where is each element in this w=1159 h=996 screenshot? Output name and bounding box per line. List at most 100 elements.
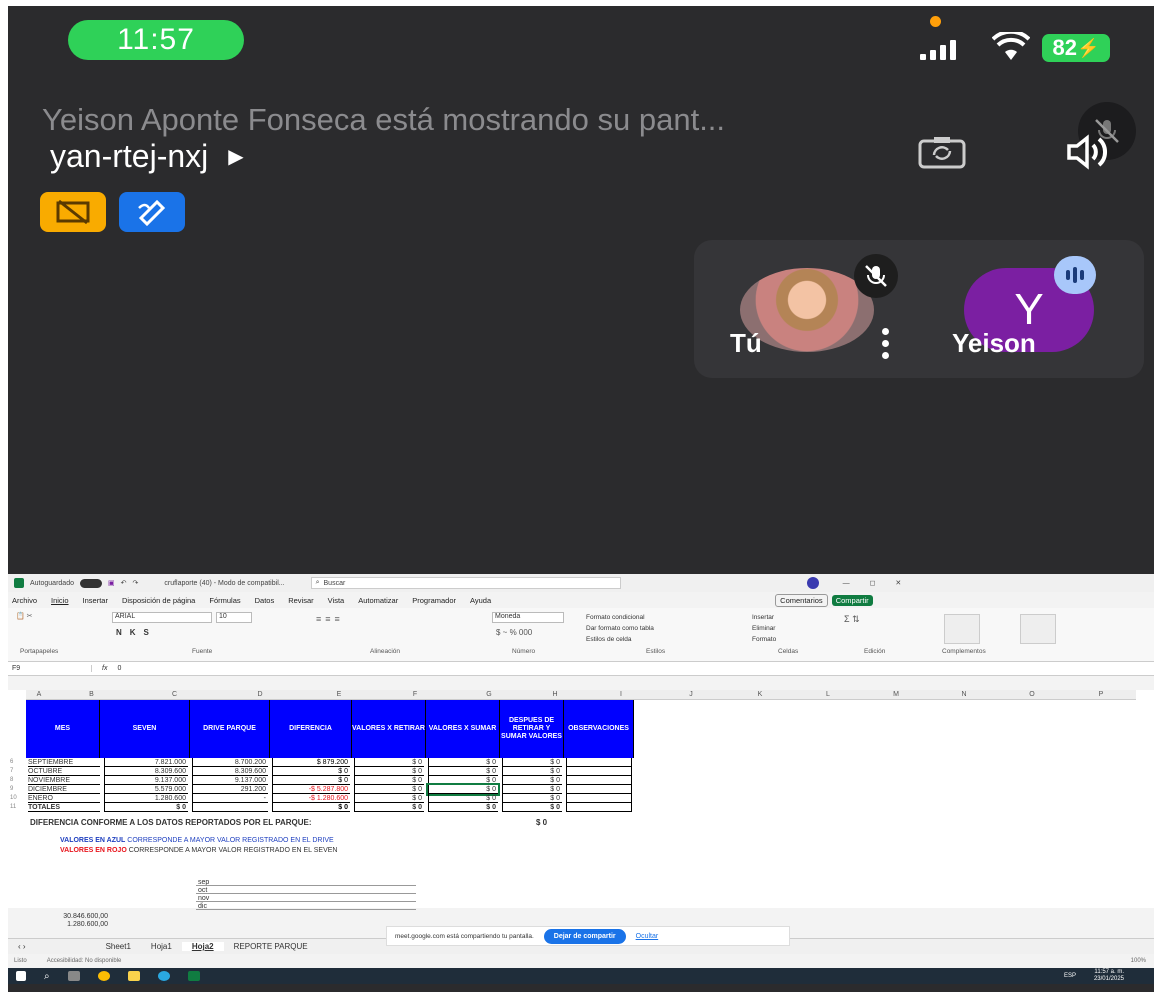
user-avatar[interactable] — [806, 577, 819, 589]
cell-despues[interactable]: $ 0 — [502, 803, 562, 812]
sheet-tab-hoja2[interactable]: Hoja2 — [181, 942, 224, 951]
windows-start-icon[interactable] — [16, 971, 26, 981]
cell-mes[interactable]: SEPTIEMBRE — [28, 758, 100, 767]
cell-retirar[interactable]: $ 0 — [354, 776, 424, 785]
cell-seven[interactable]: 1.280.600 — [104, 794, 188, 803]
autosave-toggle[interactable] — [79, 578, 102, 588]
column-header[interactable]: E — [302, 690, 376, 700]
cell-mes[interactable]: TOTALES — [28, 803, 100, 812]
cell-despues[interactable]: $ 0 — [502, 758, 562, 767]
menu-formulas[interactable]: Fórmulas — [209, 596, 240, 605]
taskbar-clock[interactable]: 11:57 a. m. 23/01/2025 — [1094, 969, 1124, 983]
header-cell[interactable]: MES — [26, 700, 100, 758]
cell-sumar[interactable]: $ 0 — [428, 776, 498, 785]
autosum-icon[interactable]: Σ ⇅ — [844, 614, 860, 625]
cell-observaciones[interactable] — [566, 794, 632, 803]
cell-diferencia[interactable]: -$ 5.287.800 — [272, 785, 350, 794]
stop-sharing-button[interactable]: Dejar de compartir — [543, 928, 626, 944]
currency-format-button[interactable]: $ ~ % 000 — [496, 628, 532, 637]
row-number[interactable]: 8 — [10, 776, 24, 785]
cell-drive[interactable]: - — [192, 794, 268, 803]
row-number[interactable]: 10 — [10, 794, 24, 803]
number-format-select[interactable]: Moneda — [492, 612, 564, 623]
column-header[interactable]: G — [454, 690, 524, 700]
column-header[interactable]: B — [52, 690, 131, 700]
chrome-icon[interactable] — [97, 971, 110, 981]
annotate-pen-icon[interactable] — [119, 192, 185, 232]
redo-icon[interactable]: ↷ — [132, 579, 138, 587]
font-size-select[interactable]: 10 — [216, 612, 252, 623]
task-view-icon[interactable] — [67, 971, 80, 981]
header-cell[interactable]: DESPUES DE RETIRAR Y SUMAR VALORES — [500, 700, 564, 758]
switch-camera-icon[interactable] — [914, 134, 970, 170]
row-number[interactable]: 7 — [10, 767, 24, 776]
cell-seven[interactable]: 8.309.600 — [104, 767, 188, 776]
sheet-nav-arrows[interactable]: ‹ › — [8, 942, 36, 951]
analyze-data-button[interactable] — [1020, 614, 1056, 644]
column-header[interactable]: N — [930, 690, 998, 700]
menu-vista[interactable]: Vista — [328, 596, 345, 605]
complements-button[interactable] — [944, 614, 980, 644]
header-cell[interactable]: VALORES X RETIRAR — [352, 700, 426, 758]
menu-disposicion[interactable]: Disposición de página — [122, 596, 195, 605]
menu-automatizar[interactable]: Automatizar — [358, 596, 398, 605]
column-header[interactable]: M — [862, 690, 930, 700]
sheet-tab-hoja1[interactable]: Hoja1 — [141, 942, 182, 951]
save-icon[interactable]: ▣ — [108, 579, 115, 587]
header-cell[interactable]: DIFERENCIA — [270, 700, 352, 758]
menu-inicio[interactable]: Inicio — [51, 596, 69, 605]
month-cell[interactable]: sep — [196, 878, 416, 886]
cell-diferencia[interactable]: $ 879.200 — [272, 758, 350, 767]
cell-retirar[interactable]: $ 0 — [354, 803, 424, 812]
cell-despues[interactable]: $ 0 — [502, 767, 562, 776]
call-time-pill[interactable]: 11:57 — [68, 20, 244, 60]
cell-styles-button[interactable]: Estilos de celda — [586, 634, 654, 645]
worksheet-grid[interactable]: ABCDEFGHIJKLMNOP MES SEVEN DRIVE PARQUE DIF… — [8, 690, 1154, 928]
excel-taskbar-icon[interactable] — [187, 971, 200, 981]
cell-sumar[interactable]: $ 0 — [428, 758, 498, 767]
cell-despues[interactable]: $ 0 — [502, 785, 562, 794]
undo-icon[interactable]: ↶ — [121, 579, 127, 587]
cell-despues[interactable]: $ 0 — [502, 776, 562, 785]
header-cell[interactable]: VALORES X SUMAR — [426, 700, 500, 758]
formula-input[interactable]: 0 — [117, 665, 121, 672]
conditional-format-button[interactable]: Formato condicional — [586, 612, 654, 623]
search-box[interactable]: ⌕ Buscar — [310, 577, 621, 589]
screen-share-off-icon[interactable] — [40, 192, 106, 232]
month-cell[interactable]: oct — [196, 886, 416, 894]
hide-link[interactable]: Ocultar — [636, 933, 659, 940]
more-options-icon[interactable] — [882, 328, 890, 359]
sheet-tab-sheet1[interactable]: Sheet1 — [96, 942, 141, 951]
comments-button[interactable]: Comentarios — [775, 593, 828, 607]
font-name-select[interactable]: ARIAL — [112, 612, 212, 623]
search-icon[interactable]: ⌕ — [44, 971, 50, 982]
cell-drive[interactable]: 8.309.600 — [192, 767, 268, 776]
file-explorer-icon[interactable] — [127, 971, 140, 981]
cell-seven[interactable]: 7.821.000 — [104, 758, 188, 767]
format-cells-button[interactable]: Formato — [752, 634, 776, 645]
font-style-buttons[interactable]: NKS — [116, 628, 157, 637]
cell-seven[interactable]: 5.579.000 — [104, 785, 188, 794]
cell-diferencia[interactable]: $ 0 — [272, 767, 350, 776]
cell-mes[interactable]: ENERO — [28, 794, 100, 803]
cell-mes[interactable]: DICIEMBRE — [28, 785, 100, 794]
cell-observaciones[interactable] — [566, 758, 632, 767]
share-button[interactable]: Compartir — [831, 594, 873, 606]
row-number[interactable]: 9 — [10, 785, 24, 794]
cell-observaciones[interactable] — [566, 776, 632, 785]
cell-despues[interactable]: $ 0 — [502, 794, 562, 803]
format-as-table-button[interactable]: Dar formato como tabla — [586, 623, 654, 634]
sheet-tab-reporte-parque[interactable]: REPORTE PARQUE — [224, 942, 318, 951]
menu-datos[interactable]: Datos — [255, 596, 275, 605]
insert-cells-button[interactable]: Insertar — [752, 612, 776, 623]
delete-cells-button[interactable]: Eliminar — [752, 623, 776, 634]
cell-observaciones[interactable] — [566, 803, 632, 812]
menu-ayuda[interactable]: Ayuda — [470, 596, 491, 605]
column-header[interactable]: J — [656, 690, 726, 700]
cell-retirar[interactable]: $ 0 — [354, 794, 424, 803]
cell-sumar[interactable]: $ 0 — [428, 767, 498, 776]
header-cell[interactable]: OBSERVACIONES — [564, 700, 634, 758]
cell-retirar[interactable]: $ 0 — [354, 767, 424, 776]
month-cell[interactable]: dic — [196, 902, 416, 910]
menu-programador[interactable]: Programador — [412, 596, 456, 605]
